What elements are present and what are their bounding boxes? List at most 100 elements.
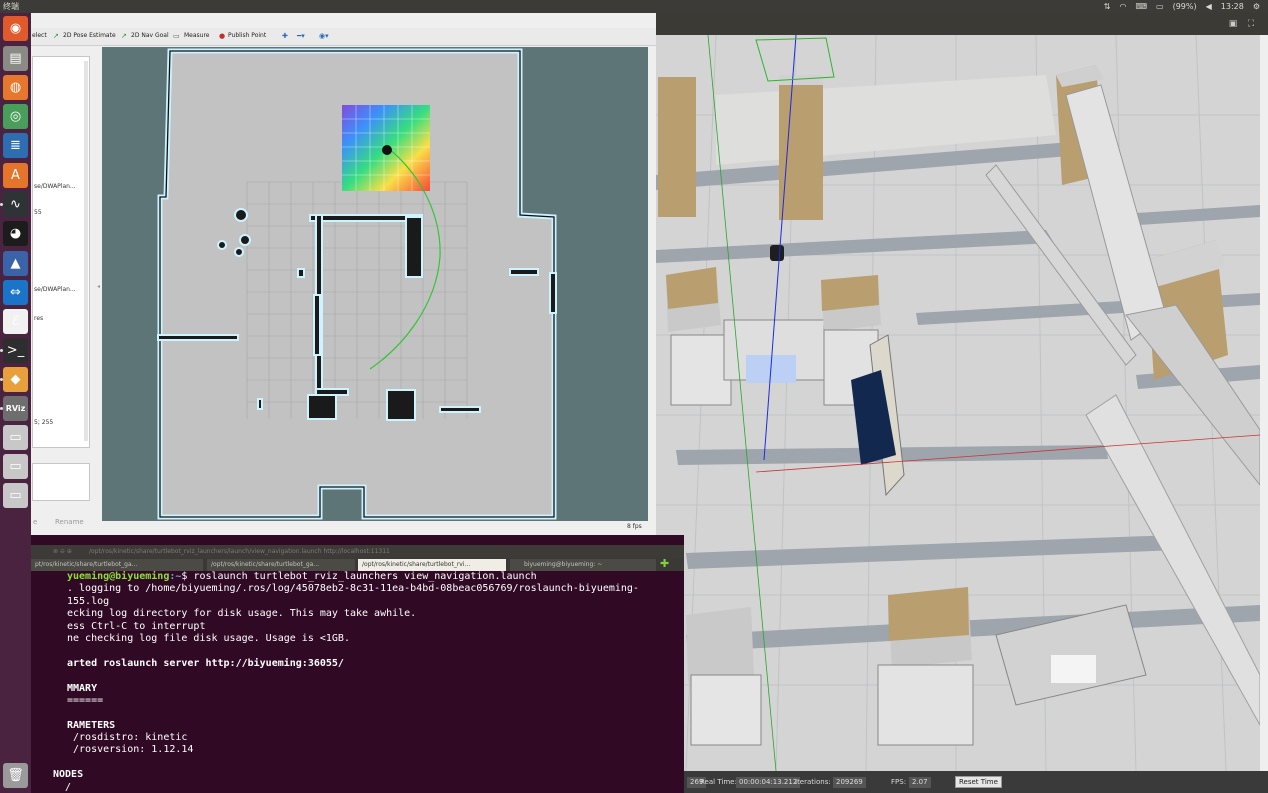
terminal-line: ess Ctrl-C to interrupt bbox=[67, 620, 206, 632]
tree-row-4[interactable]: res bbox=[34, 315, 43, 322]
camera-view-icon[interactable]: ◉▾ bbox=[319, 32, 329, 40]
gazebo-titlebar: ▣ ⛶ bbox=[656, 13, 1268, 35]
top-panel: 终端 ⇅ ◠ ⌨ ▭ (99%) ◀ 13:28 ⚙ bbox=[0, 0, 1268, 13]
clock[interactable]: 13:28 bbox=[1221, 0, 1244, 13]
close-icon[interactable]: ⊗ ⊖ ⊕ bbox=[53, 545, 72, 558]
keyboard-icon[interactable]: ⌨ bbox=[1135, 0, 1147, 13]
remove-button[interactable]: e bbox=[33, 518, 37, 526]
terminal-output[interactable]: yueming@biyueming:~$ roslaunch turtlebot… bbox=[31, 571, 684, 793]
rename-button[interactable]: Rename bbox=[55, 518, 84, 526]
terminal-line: NODES bbox=[53, 769, 84, 781]
document-viewer-icon[interactable]: ℰ bbox=[3, 309, 28, 334]
prompt-path: :~ bbox=[169, 571, 182, 582]
fps-value: 2.07 bbox=[909, 777, 931, 788]
gazebo-window: ▣ ⛶ 269 Real Time: 00:00:04:13.212 Itera… bbox=[656, 13, 1268, 793]
tree-row-3[interactable]: se/DWAPlan... bbox=[34, 286, 76, 293]
rviz-icon[interactable]: RViz bbox=[3, 396, 28, 421]
screenshot-icon[interactable]: ▣ bbox=[1228, 19, 1238, 29]
terminal-tabbar: pt/ros/kinetic/share/turtlebot_ga... /op… bbox=[31, 558, 684, 571]
software-center-icon[interactable]: A bbox=[3, 163, 28, 188]
gazebo-icon[interactable]: ◆ bbox=[3, 367, 28, 392]
publish-point-icon: ● bbox=[219, 32, 226, 40]
terminal-icon[interactable]: >_ bbox=[3, 338, 28, 363]
gazebo-3d-scene[interactable] bbox=[656, 35, 1260, 771]
terminal-line: arted roslaunch server http://biyueming:… bbox=[67, 657, 344, 669]
drive-icon-1[interactable]: ▭ bbox=[3, 425, 28, 450]
pillar-2 bbox=[779, 75, 823, 220]
kiosk-bottom-mid bbox=[877, 587, 974, 746]
terminal-titlebar: ⊗ ⊖ ⊕ /opt/ros/kinetic/share/turtlebot_r… bbox=[31, 545, 684, 558]
panel-splitter-handle[interactable]: ◂ bbox=[97, 283, 100, 290]
qq-penguin-icon[interactable]: ◕ bbox=[3, 221, 28, 246]
tree-row-1[interactable]: se/DWAPlan... bbox=[34, 183, 76, 190]
displays-tree[interactable]: se/DWAPlan... 55 se/DWAPlan... res 5; 25… bbox=[32, 56, 90, 448]
nav-goal-icon: ↗ bbox=[121, 32, 127, 40]
volume-icon[interactable]: ◀ bbox=[1206, 0, 1212, 13]
rviz-window: elect ↗ 2D Pose Estimate ↗ 2D Nav Goal ▭… bbox=[31, 13, 656, 535]
launcher: ◉ ▤ ◍ ◎ ≣ A ∿ ◕ ▲ ⇔ ℰ >_ ◆ RViz ▭ ▭ ▭ 🗑 bbox=[0, 13, 31, 793]
publish-point-tool[interactable]: Publish Point bbox=[228, 32, 266, 39]
displays-scrollbar[interactable] bbox=[84, 61, 88, 441]
files-icon[interactable]: ▤ bbox=[3, 46, 28, 71]
active-window-title: 终端 bbox=[3, 2, 19, 11]
settings-gear-icon[interactable]: ⚙ bbox=[1253, 0, 1260, 13]
battery-percent[interactable]: (99%) bbox=[1173, 0, 1197, 13]
new-tab-icon[interactable]: ✚ bbox=[660, 558, 669, 570]
ubuntu-dash-icon[interactable]: ◉ bbox=[3, 16, 28, 41]
battery-icon[interactable]: ▭ bbox=[1156, 0, 1164, 13]
terminal-tab-2[interactable]: /opt/ros/kinetic/share/turtlebot_ga... bbox=[207, 559, 355, 571]
terminal-line: RAMETERS bbox=[67, 719, 116, 731]
tree-row-2[interactable]: 55 bbox=[34, 209, 42, 216]
measure-tool[interactable]: Measure bbox=[184, 32, 210, 39]
add-tool-icon[interactable]: ✚ bbox=[282, 32, 288, 40]
rviz-toolbar: elect ↗ 2D Pose Estimate ↗ 2D Nav Goal ▭… bbox=[31, 28, 656, 46]
teamviewer-icon[interactable]: ⇔ bbox=[3, 280, 28, 305]
firefox-icon[interactable]: ◍ bbox=[3, 75, 28, 100]
terminal-tab-1[interactable]: pt/ros/kinetic/share/turtlebot_ga... bbox=[31, 559, 203, 571]
drive-icon-3[interactable]: ▭ bbox=[3, 483, 28, 508]
system-tray: ⇅ ◠ ⌨ ▭ (99%) ◀ 13:28 ⚙ bbox=[1104, 0, 1260, 13]
sort-icon[interactable]: ⇅ bbox=[1104, 0, 1111, 13]
terminal-tab-4[interactable]: biyueming@biyueming: ~ bbox=[510, 559, 656, 571]
chrome-web-icon[interactable]: ◎ bbox=[3, 104, 28, 129]
reset-time-button[interactable]: Reset Time bbox=[955, 776, 1002, 788]
fps-label: FPS: bbox=[891, 778, 907, 786]
robot-footprint[interactable] bbox=[382, 145, 392, 155]
matlab-icon[interactable]: ▲ bbox=[3, 251, 28, 276]
running-indicator bbox=[0, 349, 3, 352]
terminal-line: MMARY bbox=[67, 682, 98, 694]
prompt-command: $ roslaunch turtlebot_rviz_launchers vie… bbox=[181, 571, 537, 582]
fps-indicator: 8 fps bbox=[627, 523, 642, 530]
running-indicator bbox=[0, 203, 3, 206]
system-monitor-icon[interactable]: ∿ bbox=[3, 192, 28, 217]
pose-estimate-tool[interactable]: 2D Pose Estimate bbox=[63, 32, 116, 39]
rviz-map-view[interactable] bbox=[102, 47, 648, 521]
tree-row-5[interactable]: 5; 255 bbox=[34, 419, 53, 426]
gazebo-statusbar: 269 Real Time: 00:00:04:13.212 Iteration… bbox=[656, 771, 1268, 793]
running-indicator bbox=[0, 378, 3, 381]
nav-goal-tool[interactable]: 2D Nav Goal bbox=[131, 32, 169, 39]
kiosk-bottom-left bbox=[686, 607, 762, 746]
terminal-line: / bbox=[53, 781, 72, 793]
writer-icon[interactable]: ≣ bbox=[3, 133, 28, 158]
robot-model[interactable] bbox=[770, 245, 784, 261]
remove-tool-icon[interactable]: ━▾ bbox=[297, 32, 305, 40]
terminal-title: /opt/ros/kinetic/share/turtlebot_rviz_la… bbox=[89, 548, 390, 555]
wifi-icon[interactable]: ◠ bbox=[1119, 0, 1126, 13]
iterations-value: 209269 bbox=[833, 777, 866, 788]
terminal-tab-3[interactable]: /opt/ros/kinetic/share/turtlebot_rvi... bbox=[358, 559, 506, 571]
select-tool[interactable]: elect bbox=[32, 32, 47, 39]
fullscreen-icon[interactable]: ⛶ bbox=[1246, 19, 1256, 29]
terminal-line: ====== bbox=[67, 694, 104, 706]
gazebo-scrollbar[interactable] bbox=[1260, 35, 1268, 771]
trash-icon[interactable]: 🗑 bbox=[3, 763, 28, 788]
real-time-label: Real Time: bbox=[700, 778, 737, 786]
running-indicator bbox=[0, 407, 3, 410]
drive-icon-2[interactable]: ▭ bbox=[3, 454, 28, 479]
terminal-line: ne checking log file disk usage. Usage i… bbox=[67, 632, 350, 644]
pillar-1 bbox=[658, 77, 696, 217]
